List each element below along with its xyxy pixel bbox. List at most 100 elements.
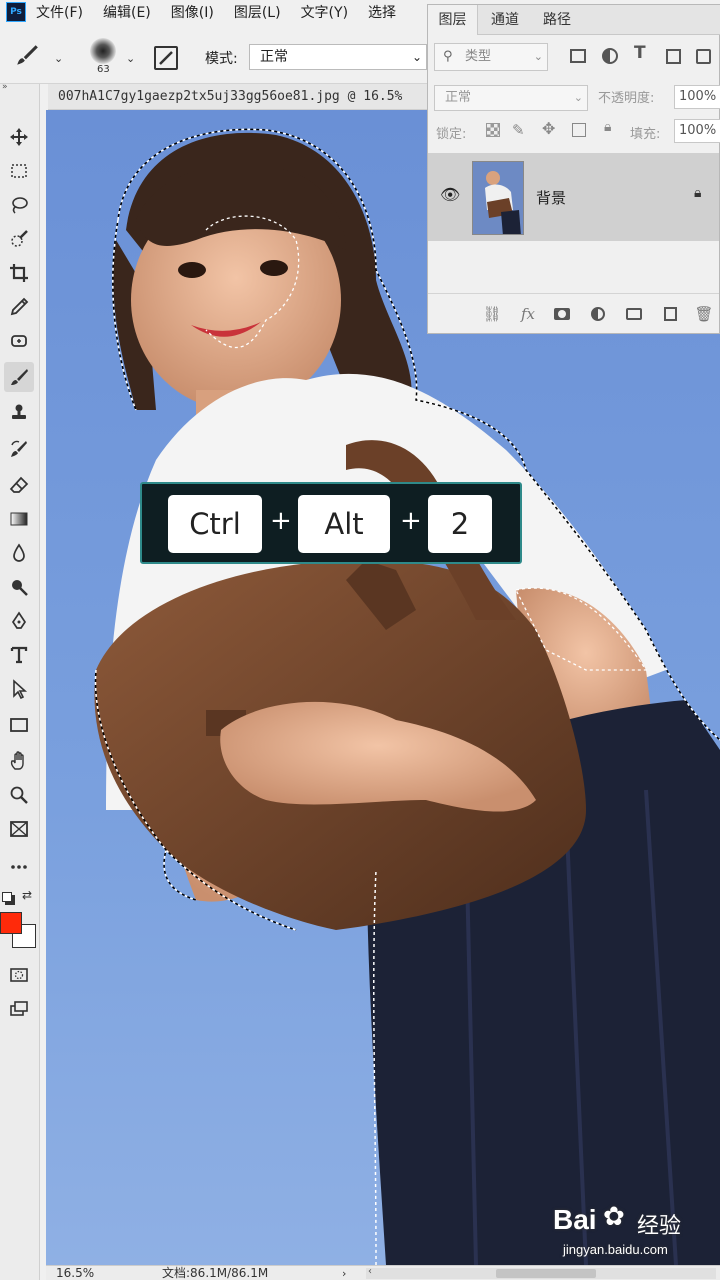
healing-brush-tool-icon[interactable] (4, 326, 34, 356)
type-tool-icon[interactable] (4, 640, 34, 670)
layer-thumbnail (472, 161, 524, 235)
mode-value: 正常 (260, 49, 288, 65)
status-bar: 16.5% 文档:86.1M/86.1M › ‹ (46, 1265, 720, 1280)
zoom-level[interactable]: 16.5% (56, 1266, 94, 1280)
quick-mask-icon[interactable] (4, 960, 34, 990)
blend-mode-select[interactable]: 正常 ⌄ (434, 85, 588, 111)
plus-sign: + (400, 506, 422, 536)
brush-settings-icon[interactable] (154, 46, 178, 70)
baidu-watermark: Bai ✿ 经验 jingyan.baidu.com (553, 1198, 713, 1265)
dodge-tool-icon[interactable] (4, 572, 34, 602)
tools-panel: » ⇄ (0, 82, 40, 1280)
layer-name: 背景 (536, 189, 567, 207)
panel-collapse-icon[interactable]: » (2, 82, 8, 92)
chevron-down-icon: ⌄ (411, 50, 422, 64)
key-alt: Alt (298, 495, 390, 553)
brush-tip-icon[interactable] (90, 38, 116, 64)
screen-mode-icon[interactable] (4, 994, 34, 1024)
default-colors-icon[interactable] (2, 892, 12, 902)
layers-panel: 图层 通道 路径 ⚲ 类型 ⌄ T 正常 ⌄ 不透明度: 100% 锁定: ✎ … (427, 4, 720, 334)
lock-all-icon[interactable]: 🔒︎ (604, 119, 611, 135)
lock-transparent-icon[interactable] (486, 123, 500, 137)
pen-tool-icon[interactable] (4, 606, 34, 636)
lock-icon: 🔒︎ (694, 185, 702, 201)
watermark-url: jingyan.baidu.com (563, 1242, 668, 1257)
frame-tool-icon[interactable] (4, 814, 34, 844)
menu-edit[interactable]: 编辑(E) (103, 2, 151, 22)
blend-mode-value: 正常 (445, 90, 472, 105)
tab-paths[interactable]: 路径 (532, 5, 582, 35)
tab-channels[interactable]: 通道 (480, 5, 530, 35)
paw-icon: ✿ (603, 1202, 625, 1232)
adjustment-layer-icon[interactable] (588, 304, 608, 324)
delete-layer-icon[interactable]: 🗑︎ (694, 304, 714, 324)
key-2: 2 (428, 495, 492, 553)
chevron-down-icon[interactable]: ⌄ (54, 52, 63, 65)
scroll-left-icon[interactable]: ‹ (368, 1266, 372, 1277)
lock-artboard-icon[interactable] (572, 123, 586, 137)
brush-size-value: 63 (97, 64, 110, 75)
chevron-down-icon[interactable]: ⌄ (126, 52, 135, 65)
opacity-label: 不透明度: (598, 91, 655, 106)
brush-preset-icon[interactable] (14, 42, 44, 72)
plus-sign: + (270, 506, 292, 536)
menu-file[interactable]: 文件(F) (36, 2, 83, 22)
filter-type-label: 类型 (465, 49, 492, 64)
eye-icon[interactable]: 👁︎ (440, 185, 460, 204)
tab-layers[interactable]: 图层 (428, 5, 478, 35)
eraser-tool-icon[interactable] (4, 470, 34, 500)
filter-pixel-icon[interactable] (570, 49, 586, 63)
mode-label: 模式: (205, 51, 238, 67)
lock-image-icon[interactable]: ✎ (512, 121, 525, 139)
rectangle-tool-icon[interactable] (4, 710, 34, 740)
layer-row-background[interactable]: 👁︎ 背景 🔒︎ (428, 153, 719, 241)
marquee-tool-icon[interactable] (4, 156, 34, 186)
chevron-down-icon: ⌄ (533, 50, 543, 63)
history-brush-tool-icon[interactable] (4, 434, 34, 464)
lock-label: 锁定: (436, 127, 467, 142)
more-tools-icon[interactable] (4, 852, 34, 882)
mode-select[interactable]: 正常 ⌄ (249, 44, 427, 70)
brush-tool-icon[interactable] (4, 362, 34, 392)
new-group-icon[interactable] (624, 304, 644, 324)
eyedropper-tool-icon[interactable] (4, 292, 34, 322)
quick-selection-tool-icon[interactable] (4, 224, 34, 254)
menu-type[interactable]: 文字(Y) (301, 2, 348, 22)
foreground-color-swatch[interactable] (0, 912, 22, 934)
filter-adjustment-icon[interactable] (602, 48, 618, 64)
watermark-brand: Bai (553, 1204, 597, 1235)
fill-label: 填充: (630, 127, 661, 142)
filter-shape-icon[interactable] (666, 49, 681, 64)
chevron-down-icon: ⌄ (573, 91, 583, 104)
lock-position-icon[interactable]: ✥ (542, 119, 555, 138)
filter-smart-object-icon[interactable] (696, 49, 711, 64)
fill-input[interactable]: 100% (674, 119, 720, 143)
add-mask-icon[interactable] (552, 304, 572, 324)
menu-select[interactable]: 选择 (368, 2, 396, 22)
fx-icon[interactable]: fx (518, 304, 538, 324)
move-tool-icon[interactable] (4, 122, 34, 152)
lasso-tool-icon[interactable] (4, 190, 34, 220)
search-icon: ⚲ (443, 49, 453, 64)
hand-tool-icon[interactable] (4, 746, 34, 776)
new-layer-icon[interactable] (660, 304, 680, 324)
zoom-tool-icon[interactable] (4, 780, 34, 810)
opacity-input[interactable]: 100% (674, 85, 720, 109)
menu-image[interactable]: 图像(I) (171, 2, 214, 22)
path-selection-tool-icon[interactable] (4, 674, 34, 704)
chevron-right-icon[interactable]: › (342, 1266, 346, 1280)
crop-tool-icon[interactable] (4, 258, 34, 288)
blur-tool-icon[interactable] (4, 538, 34, 568)
link-layers-icon[interactable]: ⛓ (482, 304, 502, 324)
layer-filter-select[interactable]: ⚲ 类型 ⌄ (434, 43, 548, 71)
menu-layer[interactable]: 图层(L) (234, 2, 281, 22)
gradient-tool-icon[interactable] (4, 504, 34, 534)
swap-colors-icon[interactable]: ⇄ (22, 888, 32, 902)
filter-type-icon[interactable]: T (634, 43, 646, 63)
shortcut-overlay: Ctrl + Alt + 2 (140, 482, 522, 564)
scrollbar-thumb[interactable] (496, 1269, 596, 1278)
horizontal-scrollbar[interactable]: ‹ (366, 1266, 716, 1279)
panel-tabs: 图层 通道 路径 (428, 5, 720, 35)
document-tab[interactable]: 007hA1C7gy1gaezp2tx5uj33gg56oe81.jpg @ 1… (48, 84, 428, 110)
clone-stamp-tool-icon[interactable] (4, 398, 34, 428)
